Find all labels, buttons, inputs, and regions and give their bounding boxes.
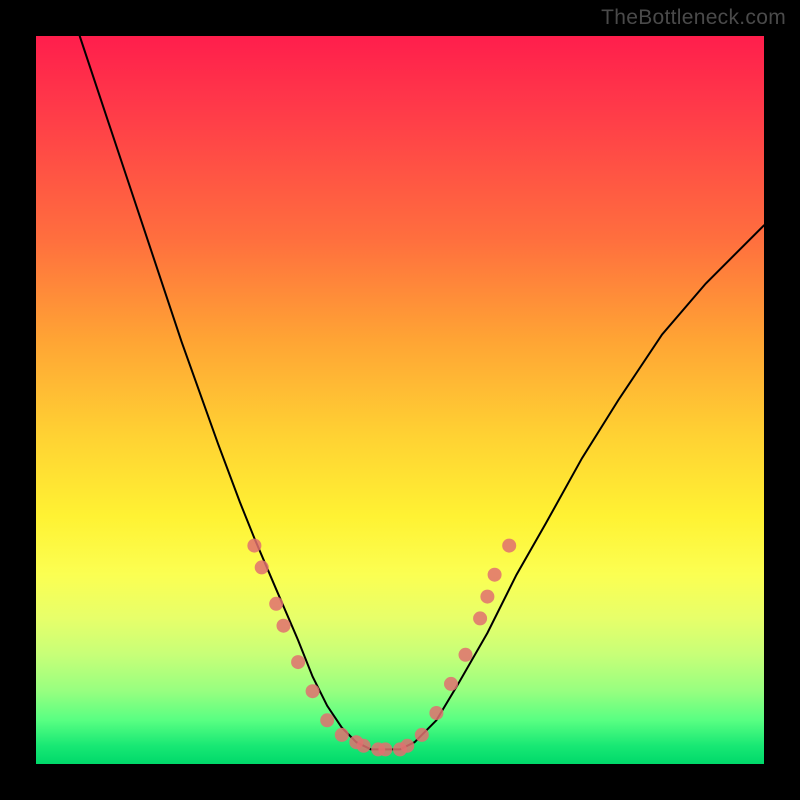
sample-dot bbox=[415, 728, 429, 742]
sample-dot bbox=[459, 648, 473, 662]
plot-area bbox=[36, 36, 764, 764]
sample-dot bbox=[400, 739, 414, 753]
sample-dot bbox=[255, 560, 269, 574]
sample-dot bbox=[429, 706, 443, 720]
sample-dot bbox=[473, 611, 487, 625]
sample-dot bbox=[306, 684, 320, 698]
sample-dot bbox=[269, 597, 283, 611]
sample-dot bbox=[320, 713, 334, 727]
sample-dot bbox=[357, 739, 371, 753]
sample-dot bbox=[335, 728, 349, 742]
curve-svg bbox=[36, 36, 764, 764]
sample-dot bbox=[502, 539, 516, 553]
sample-dot bbox=[488, 568, 502, 582]
sample-dot bbox=[480, 590, 494, 604]
dots-group bbox=[247, 539, 516, 757]
sample-dot bbox=[444, 677, 458, 691]
sample-dot bbox=[291, 655, 305, 669]
sample-dot bbox=[277, 619, 291, 633]
sample-dot bbox=[378, 742, 392, 756]
bottleneck-curve bbox=[80, 36, 764, 749]
watermark-label: TheBottleneck.com bbox=[601, 6, 786, 30]
chart-frame: TheBottleneck.com bbox=[0, 0, 800, 800]
sample-dot bbox=[247, 539, 261, 553]
